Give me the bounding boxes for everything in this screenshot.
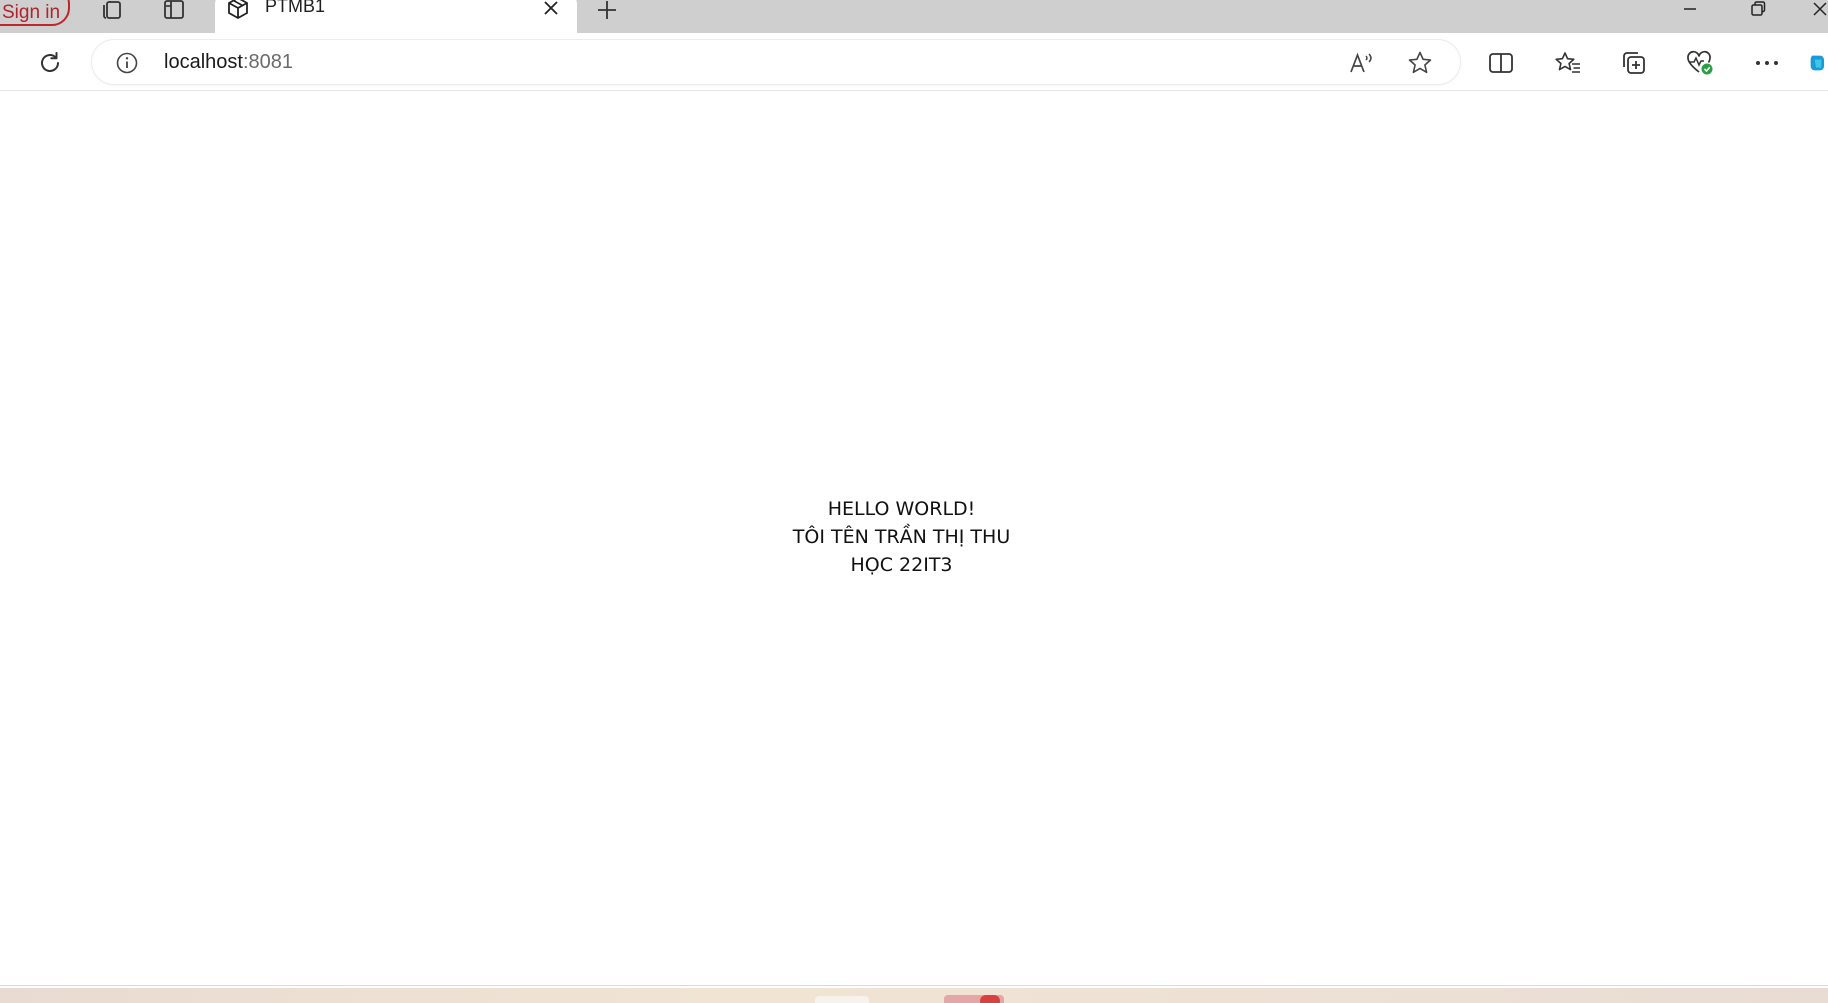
new-tab-button[interactable] xyxy=(592,0,622,24)
refresh-icon[interactable] xyxy=(33,46,67,80)
sign-in-label: Sign in xyxy=(2,2,61,23)
url-host: localhost xyxy=(164,51,243,73)
tab-strip: Sign in PTMB1 xyxy=(0,0,1828,33)
taskbar xyxy=(0,988,1828,1003)
workspaces-icon[interactable] xyxy=(95,0,129,24)
more-icon[interactable] xyxy=(1750,46,1784,80)
plus-icon xyxy=(598,1,616,19)
address-bar[interactable]: localhost:8081 xyxy=(92,40,1460,84)
url-port: :8081 xyxy=(242,51,293,73)
url-text[interactable]: localhost:8081 xyxy=(164,40,293,84)
browser-toolbar: localhost:8081 xyxy=(0,33,1828,91)
sign-in-button[interactable]: Sign in xyxy=(0,0,70,26)
name-line: TÔI TÊN TRẦN THỊ THU xyxy=(792,526,1011,548)
star-icon[interactable] xyxy=(1405,49,1435,77)
read-aloud-icon[interactable] xyxy=(1347,49,1377,77)
collections-icon[interactable] xyxy=(1617,46,1651,80)
taskbar-item[interactable] xyxy=(815,996,869,1003)
class-line: HỌC 22IT3 xyxy=(850,554,953,576)
split-screen-icon[interactable] xyxy=(1484,46,1518,80)
vertical-tabs-icon[interactable] xyxy=(157,0,191,24)
tab-title: PTMB1 xyxy=(265,0,326,16)
taskbar-item[interactable] xyxy=(944,995,1004,1003)
window-bottom-border xyxy=(0,985,1828,986)
page-content: HELLO WORLD! TÔI TÊN TRẦN THỊ THU HỌC 22… xyxy=(0,495,1803,579)
heart-pulse-icon[interactable] xyxy=(1683,46,1717,80)
favorites-icon[interactable] xyxy=(1551,46,1585,80)
close-icon[interactable] xyxy=(1800,0,1828,22)
close-tab-icon[interactable] xyxy=(539,0,563,20)
codesandbox-cube-icon xyxy=(225,0,251,20)
hello-line: HELLO WORLD! xyxy=(827,498,976,520)
info-icon[interactable] xyxy=(114,50,140,76)
minimize-icon[interactable] xyxy=(1670,0,1710,22)
page-viewport: HELLO WORLD! TÔI TÊN TRẦN THỊ THU HỌC 22… xyxy=(0,91,1828,986)
browser-window: Sign in PTMB1 localhost:8081 HELLO WORLD… xyxy=(0,0,1828,1003)
restore-icon[interactable] xyxy=(1738,0,1778,22)
copilot-icon[interactable] xyxy=(1808,46,1828,80)
tab-ptmb1[interactable]: PTMB1 xyxy=(215,0,577,33)
